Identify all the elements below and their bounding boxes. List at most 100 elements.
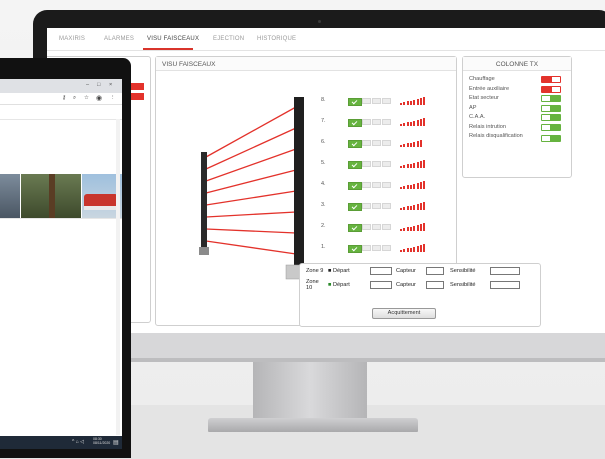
signal-bar: [423, 223, 426, 231]
notification-icon[interactable]: ▤: [113, 439, 119, 446]
signal-bar: [416, 141, 419, 147]
signal-bar: [400, 250, 402, 252]
beam-segment: [362, 119, 371, 125]
beam-line: [205, 190, 297, 206]
key-icon[interactable]: ⚷: [62, 95, 66, 101]
tx-status-toggle[interactable]: [541, 104, 561, 112]
beam-row: 6.: [321, 139, 441, 149]
tx-status-label: Relais disqualification: [469, 133, 523, 139]
tx-status-toggle[interactable]: [541, 123, 561, 131]
signal-bar: [400, 166, 402, 168]
beam-line: [205, 169, 297, 194]
account-icon[interactable]: ◉: [96, 94, 102, 102]
signal-bar: [409, 121, 412, 126]
close-icon[interactable]: ×: [109, 82, 112, 88]
beam-ok-indicator: [348, 98, 362, 106]
beam-segment: [382, 140, 391, 146]
colonne-tx-panel: COLONNE TX Chauffage Entrée auxiliaire Eta…: [462, 56, 572, 178]
tab-maxiris[interactable]: MAXIRIS: [59, 36, 85, 42]
signal-bar: [413, 99, 416, 105]
signal-bar: [400, 187, 402, 189]
tx-status-row: Entrée auxiliaire: [469, 85, 561, 93]
beam-row: 3.: [321, 202, 441, 212]
zone-10-capteur-field[interactable]: [426, 281, 444, 289]
banner-photo-forest: [21, 174, 81, 218]
beam-segment: [382, 182, 391, 188]
signal-bar: [419, 203, 422, 210]
signal-bar: [409, 142, 412, 147]
signal-bar: [423, 244, 426, 252]
beam-segment: [362, 203, 371, 209]
signal-bar: [423, 202, 426, 210]
toggle-knob: [542, 124, 550, 130]
tab-historique[interactable]: HISTORIQUE: [257, 36, 296, 42]
beam-segment: [362, 224, 371, 230]
signal-bar: [406, 101, 409, 105]
beam-segment: [372, 203, 381, 209]
signal-bar: [419, 224, 422, 231]
beam-row: 1.: [321, 244, 441, 254]
beam-line: [205, 106, 297, 158]
tab-ejection[interactable]: EJECTION: [213, 36, 244, 42]
minimize-icon[interactable]: –: [86, 82, 89, 88]
beam-ok-indicator: [348, 224, 362, 232]
signal-bar: [403, 186, 406, 189]
zone-10-capteur-label: Capteur: [396, 282, 416, 288]
beam-number: 3.: [321, 202, 326, 208]
laptop-screen: – □ × ⚷ ⌕ ☆ ◉ ⋮ ^ ⌂ ◁ 08:30 08/11/2020 ▤: [0, 79, 122, 449]
signal-bar: [403, 207, 406, 210]
tx-status-row: AP: [469, 104, 561, 112]
beam-number: 4.: [321, 181, 326, 187]
scrollbar[interactable]: [116, 119, 120, 435]
tx-status-toggle[interactable]: [541, 114, 561, 121]
taskbar-clock[interactable]: 08:30 08/11/2020: [93, 437, 110, 445]
beam-segment: [372, 224, 381, 230]
toggle-knob: [542, 115, 550, 120]
acquittement-button[interactable]: Acquittement: [372, 308, 436, 319]
beam-number: 7.: [321, 118, 326, 124]
tx-status-label: Etat secteur: [469, 95, 499, 101]
signal-bar: [419, 245, 422, 252]
zone-9-capteur-label: Capteur: [396, 268, 416, 274]
zone-9-depart-field[interactable]: [370, 267, 392, 275]
tx-status-toggle[interactable]: [541, 76, 561, 83]
zone-10-sensibilite-field[interactable]: [490, 281, 520, 289]
signal-bar: [403, 165, 406, 168]
beam-row: 4.: [321, 181, 441, 191]
signal-bar: [423, 118, 426, 126]
signal-bar: [400, 124, 402, 126]
signal-bar: [413, 246, 416, 252]
beam-line: [205, 240, 297, 255]
maximize-icon[interactable]: □: [97, 82, 100, 88]
zoom-icon[interactable]: ⌕: [73, 95, 76, 102]
rx-column: [294, 97, 304, 267]
signal-bar: [416, 225, 419, 231]
signal-bar: [413, 141, 416, 147]
star-icon[interactable]: ☆: [84, 95, 89, 101]
tx-status-toggle[interactable]: [541, 85, 561, 93]
beam-segment: [372, 140, 381, 146]
signal-bar: [406, 227, 409, 231]
tx-status-toggle[interactable]: [541, 135, 561, 142]
signal-bar: [406, 143, 409, 147]
signal-bar: [416, 204, 419, 210]
page-divider: [0, 119, 122, 120]
signal-bar: [406, 164, 409, 168]
beam-lines: [205, 106, 297, 255]
signal-bar: [423, 181, 426, 189]
zone-9-sensibilite-label: Sensibilité: [450, 268, 476, 274]
tab-alarmes[interactable]: ALARMES: [104, 36, 134, 42]
menu-icon[interactable]: ⋮: [110, 95, 116, 101]
browser-titlebar: – □ ×: [0, 79, 122, 93]
zone-10-depart-field[interactable]: [370, 281, 392, 289]
tab-visu-faisceaux[interactable]: VISU FAISCEAUX: [147, 36, 199, 42]
beam-segment: [362, 182, 371, 188]
beam-ok-indicator: [348, 161, 362, 169]
tray-icons[interactable]: ^ ⌂ ◁: [72, 439, 84, 445]
tx-status-toggle[interactable]: [541, 95, 561, 102]
signal-bar: [416, 162, 419, 168]
zone-9-sensibilite-field[interactable]: [490, 267, 520, 275]
toggle-knob: [542, 96, 550, 101]
zone-9-capteur-field[interactable]: [426, 267, 444, 275]
beam-segment: [372, 119, 381, 125]
